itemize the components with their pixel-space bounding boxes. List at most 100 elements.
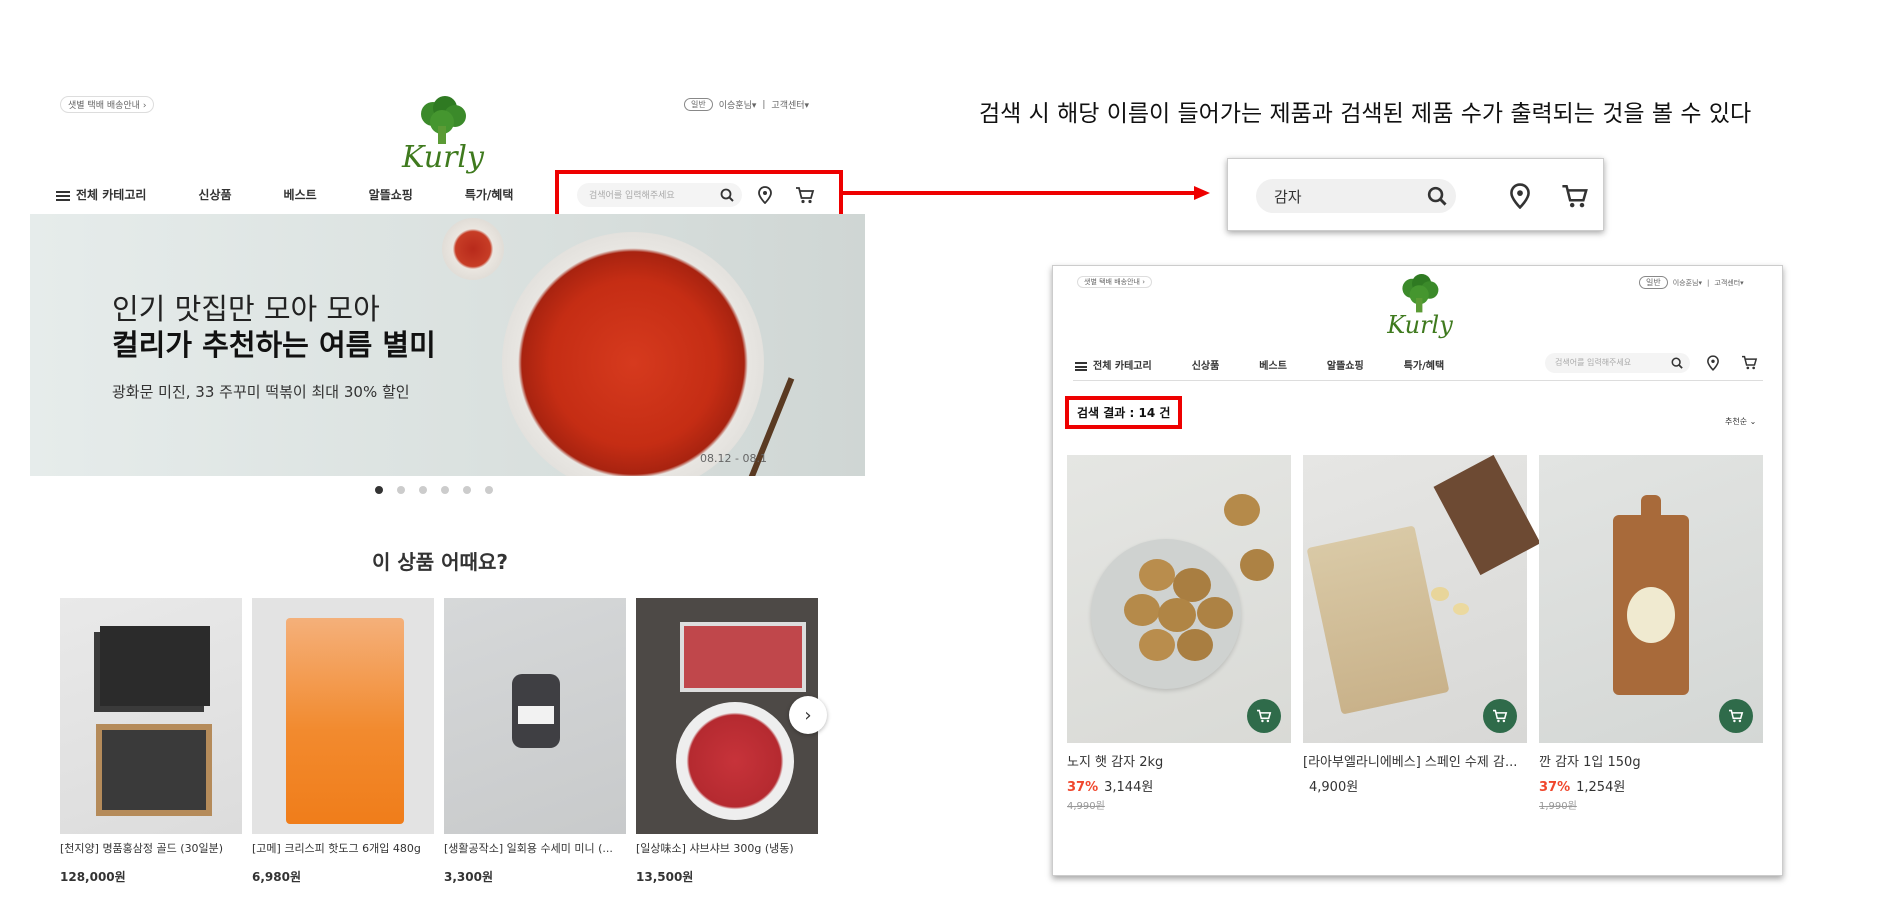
nav-item-new[interactable]: 신상품 — [198, 186, 231, 203]
nav-all-category[interactable]: 전체 카테고리 — [56, 186, 146, 203]
product-price: 6,980원 — [252, 870, 301, 884]
cart-icon — [1493, 709, 1508, 723]
product-name: [일상味소] 샤브샤브 300g (냉동) — [636, 842, 794, 855]
customer-center-menu[interactable]: 고객센터▾ — [771, 98, 809, 111]
product-card[interactable]: 깐 감자 1입 150g 37% 1,254원 1,990원 — [1539, 455, 1763, 812]
product-name: [라아부엘라니에베스] 스페인 수제 감... — [1303, 755, 1518, 770]
location-pin-icon[interactable] — [1707, 355, 1719, 371]
product-name: [생활공작소] 일회용 수세미 미니 (... — [444, 842, 613, 855]
broccoli-icon — [1402, 274, 1439, 313]
menu-icon — [56, 190, 70, 201]
logo-wordmark: Kurly — [1387, 311, 1453, 339]
product-card[interactable]: [라아부엘라니에베스] 스페인 수제 감... 4,900원 — [1303, 454, 1541, 797]
product-name: [고메] 크리스피 핫도그 6개입 480g — [252, 842, 421, 855]
search-result-screenshot: 샛별 택배 배송안내 › 일반 이승훈님▾ | 고객센터▾ Kurly 전체 카… — [1052, 265, 1783, 876]
original-price: 4,990원 — [1067, 801, 1105, 812]
cart-icon — [1729, 709, 1744, 723]
sort-dropdown[interactable]: 추천순 ⌄ — [1725, 416, 1756, 427]
kurly-logo[interactable]: Kurly — [400, 96, 486, 174]
nav-all-category-label: 전체 카테고리 — [1093, 361, 1152, 372]
carousel-dot[interactable] — [463, 486, 471, 494]
util-separator: | — [1707, 278, 1710, 287]
product-card[interactable]: [생활공작소] 일회용 수세미 미니 (... 3,300원 — [444, 598, 626, 885]
search-input[interactable]: 검색어를 입력해주세요 — [1545, 353, 1690, 373]
top-utility-menu: 일반 이승훈님▾ | 고객센터▾ — [684, 98, 809, 111]
login-type-pill: 일반 — [684, 98, 713, 111]
cart-icon[interactable] — [1561, 183, 1589, 209]
user-menu[interactable]: 이승훈님▾ — [1673, 278, 1702, 288]
product-image — [1539, 455, 1763, 743]
carousel-dot-active[interactable] — [375, 486, 383, 494]
kurly-logo[interactable]: Kurly — [1385, 274, 1455, 338]
product-image — [252, 598, 434, 834]
discount-rate: 37% — [1539, 780, 1571, 795]
carousel-dot[interactable] — [485, 486, 493, 494]
product-name: 깐 감자 1입 150g — [1539, 755, 1641, 770]
user-menu[interactable]: 이승훈님▾ — [719, 98, 757, 111]
carousel-dots — [375, 486, 493, 494]
nav-item-special[interactable]: 특가/혜택 — [1404, 357, 1444, 372]
menu-icon — [1075, 361, 1087, 371]
nav-divider — [1073, 380, 1763, 381]
nav-item-special[interactable]: 특가/혜택 — [465, 186, 514, 203]
logo-wordmark: Kurly — [402, 140, 484, 175]
main-page-screenshot: 샛별 택배 배송안내 › 일반 이승훈님▾ | 고객센터▾ Kurly 전체 카… — [30, 90, 870, 890]
hero-date: 08.12 - 08.1 — [700, 452, 767, 465]
top-utility-menu: 일반 이승훈님▾ | 고객센터▾ — [1639, 276, 1744, 289]
product-price: 13,500원 — [636, 870, 694, 884]
carousel-dot[interactable] — [419, 486, 427, 494]
location-pin-icon[interactable] — [1510, 183, 1530, 209]
customer-center-menu[interactable]: 고객센터▾ — [1714, 278, 1743, 288]
product-image — [60, 598, 242, 834]
annotation-arrow-line — [840, 191, 1202, 195]
cart-icon[interactable] — [1741, 355, 1758, 370]
add-to-cart-button[interactable] — [1483, 699, 1517, 733]
chevron-right-icon: › — [804, 704, 812, 726]
main-nav: 전체 카테고리 신상품 베스트 알뜰쇼핑 특가/혜택 — [56, 186, 565, 203]
add-to-cart-button[interactable] — [1247, 699, 1281, 733]
hero-banner[interactable]: 인기 맛집만 모아 모아 컬리가 추천하는 여름 별미 광화문 미진, 33 주… — [30, 214, 865, 476]
product-card[interactable]: [고메] 크리스피 핫도그 6개입 480g 6,980원 — [252, 598, 434, 885]
product-name: [천지양] 명품홍삼정 골드 (30일분) — [60, 842, 224, 855]
broccoli-icon — [421, 96, 466, 144]
product-price: 4,900원 — [1309, 780, 1359, 795]
search-input[interactable]: 감자 — [1256, 179, 1456, 213]
product-card[interactable]: [천지양] 명품홍삼정 골드 (30일분) 128,000원 — [60, 598, 242, 885]
search-icon[interactable] — [1671, 357, 1683, 369]
carousel-dot[interactable] — [441, 486, 449, 494]
product-price: 3,300원 — [444, 870, 493, 884]
product-price-line: 37% 3,144원 — [1067, 776, 1291, 795]
sauce-dish-image — [442, 218, 504, 280]
carousel-dot[interactable] — [397, 486, 405, 494]
main-nav: 전체 카테고리 신상품 베스트 알뜰쇼핑 특가/혜택 — [1075, 357, 1484, 372]
nav-all-category[interactable]: 전체 카테고리 — [1075, 357, 1152, 372]
search-icon[interactable] — [1427, 186, 1447, 206]
nav-item-best[interactable]: 베스트 — [284, 186, 317, 203]
nav-item-best[interactable]: 베스트 — [1259, 357, 1287, 372]
carousel-next-button[interactable]: › — [789, 696, 827, 734]
nav-item-saving[interactable]: 알뜰쇼핑 — [1327, 357, 1364, 372]
delivery-info-badge[interactable]: 샛별 택배 배송안내 › — [60, 96, 155, 113]
product-price: 128,000원 — [60, 870, 126, 884]
delivery-info-badge[interactable]: 샛별 택배 배송안내 › — [1077, 276, 1152, 288]
search-highlight-box — [555, 170, 843, 220]
product-card[interactable]: [일상味소] 샤브샤브 300g (냉동) 13,500원 — [636, 598, 818, 885]
hero-line2: 컬리가 추천하는 여름 별미 — [112, 328, 436, 362]
nav-item-saving[interactable]: 알뜰쇼핑 — [369, 186, 413, 203]
product-image — [444, 598, 626, 834]
annotation-arrow-head — [1194, 186, 1210, 200]
login-type-pill: 일반 — [1639, 276, 1668, 289]
zoomed-search-bar: 감자 — [1227, 158, 1604, 231]
add-to-cart-button[interactable] — [1719, 699, 1753, 733]
product-price-line: 37% 1,254원 — [1539, 776, 1763, 795]
nav-item-new[interactable]: 신상품 — [1192, 357, 1220, 372]
product-price: 3,144원 — [1104, 780, 1154, 795]
util-separator: | — [762, 99, 766, 110]
section-title: 이 상품 어때요? — [372, 550, 508, 574]
product-image — [1067, 455, 1291, 743]
discount-rate: 37% — [1067, 780, 1099, 795]
annotation-caption: 검색 시 해당 이름이 들어가는 제품과 검색된 제품 수가 출력되는 것을 볼… — [979, 101, 1752, 127]
product-card[interactable]: 노지 햇 감자 2kg 37% 3,144원 4,990원 — [1067, 455, 1291, 812]
product-price: 1,254원 — [1576, 780, 1626, 795]
hero-line3: 광화문 미진, 33 주꾸미 떡볶이 최대 30% 할인 — [112, 383, 410, 401]
